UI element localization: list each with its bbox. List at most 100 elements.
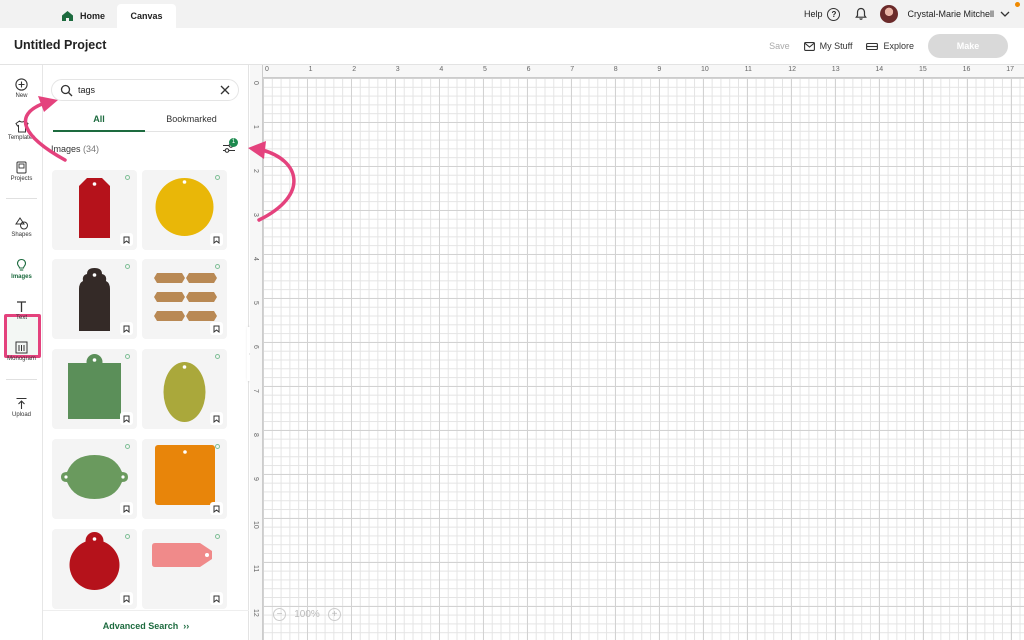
rail-item-projects[interactable]: Projects xyxy=(0,161,43,182)
upload-icon xyxy=(16,397,27,409)
rail-item-upload[interactable]: Upload xyxy=(0,397,43,418)
ruler-tick-label: 2 xyxy=(352,66,357,73)
avatar[interactable] xyxy=(880,5,899,23)
image-card[interactable] xyxy=(142,439,227,519)
rail-item-templates[interactable]: Templates xyxy=(0,120,43,141)
rail-item-new[interactable]: New xyxy=(0,78,43,99)
my-stuff-button[interactable]: My Stuff xyxy=(803,41,853,51)
top-right-menu: Help ? Crystal-Marie Mitchell xyxy=(804,0,1010,28)
help-button[interactable]: Help ? xyxy=(804,7,841,21)
bookmark-button[interactable] xyxy=(210,592,223,605)
images-count: (34) xyxy=(83,144,100,154)
zoom-control: − 100% + xyxy=(273,606,341,622)
bookmark-button[interactable] xyxy=(210,412,223,425)
rail-item-monogram[interactable]: Monogram xyxy=(0,341,43,362)
ruler-tick-label: 10 xyxy=(252,521,259,529)
bookmark-button[interactable] xyxy=(210,233,223,246)
bookmark-button[interactable] xyxy=(120,412,133,425)
images-label: Images xyxy=(51,144,81,154)
rail-label-shapes: Shapes xyxy=(11,232,32,238)
image-card[interactable] xyxy=(52,349,137,429)
zoom-out-button[interactable]: − xyxy=(273,607,286,621)
image-card[interactable] xyxy=(52,170,137,250)
tab-canvas[interactable]: Canvas xyxy=(117,4,176,28)
ruler-tick-label: 1 xyxy=(252,125,259,129)
ruler-left: 0 1 2 3 4 5 6 7 8 9 10 11 12 xyxy=(250,65,263,640)
ruler-tick-label: 4 xyxy=(439,66,444,73)
my-stuff-label: My Stuff xyxy=(819,41,853,51)
ruler-tick-label: 8 xyxy=(252,433,259,437)
bookmark-icon xyxy=(213,236,220,244)
project-actions: Save My Stuff Explore Make xyxy=(769,34,1010,58)
image-card[interactable] xyxy=(52,439,137,519)
tab-home[interactable]: Home xyxy=(62,4,105,28)
rail-label-text: Text xyxy=(15,315,27,321)
ruler-tick-label: 2 xyxy=(252,169,259,173)
rail-item-images[interactable]: Images xyxy=(0,258,43,280)
ruler-tick-label: 15 xyxy=(919,66,927,73)
project-title[interactable]: Untitled Project xyxy=(14,38,106,52)
image-card[interactable] xyxy=(142,170,227,250)
advanced-search-link[interactable]: Advanced Search ›› xyxy=(43,610,249,640)
cut-ready-icon xyxy=(125,534,130,539)
search-input[interactable]: tags xyxy=(51,79,239,101)
ruler-tick-label: 14 xyxy=(875,66,884,73)
ruler-tick-label: 1 xyxy=(308,66,313,73)
shirt-icon xyxy=(14,120,29,133)
ruler-tick-label: 7 xyxy=(252,389,259,393)
zoom-level: 100% xyxy=(294,608,320,620)
ruler-tick-label: 3 xyxy=(252,213,259,217)
tab-canvas-label: Canvas xyxy=(130,11,163,21)
close-icon[interactable] xyxy=(220,85,230,95)
tab-bookmarked[interactable]: Bookmarked xyxy=(145,110,238,132)
save-button[interactable]: Save xyxy=(769,41,790,51)
monogram-icon xyxy=(15,341,28,354)
ruler-tick-label: 11 xyxy=(744,66,752,73)
filter-count-badge: 1 xyxy=(229,138,238,147)
lightbulb-icon xyxy=(16,258,27,271)
image-card[interactable] xyxy=(142,529,227,609)
bookmark-icon xyxy=(213,595,220,603)
cut-ready-icon xyxy=(215,444,220,449)
design-canvas[interactable]: 0 1 2 3 4 5 6 7 8 9 10 11 12 13 14 15 16 17 0 1 2 3 4 5 6 7 8 9 10 1… xyxy=(250,65,1024,640)
ruler-tick-label: 5 xyxy=(252,301,259,305)
bookmark-button[interactable] xyxy=(120,592,133,605)
image-card[interactable] xyxy=(142,259,227,339)
bookmark-button[interactable] xyxy=(120,502,133,515)
left-rail: New Templates Projects Shapes Images Tex… xyxy=(0,65,43,640)
ruler-tick-label: 12 xyxy=(252,609,259,617)
bookmark-button[interactable] xyxy=(210,502,223,515)
bookmark-icon xyxy=(123,595,130,603)
ruler-tick-label: 6 xyxy=(526,66,531,73)
project-header: Untitled Project Save My Stuff Explore M… xyxy=(0,28,1024,65)
user-name[interactable]: Crystal-Marie Mitchell xyxy=(907,9,994,19)
ruler-top: 0 1 2 3 4 5 6 7 8 9 10 11 12 13 14 15 16 17 xyxy=(250,65,1024,78)
bookmark-button[interactable] xyxy=(120,233,133,246)
image-card[interactable] xyxy=(52,529,137,609)
rail-label-new: New xyxy=(15,93,28,99)
tab-home-label: Home xyxy=(80,11,106,21)
my-stuff-icon xyxy=(803,41,815,51)
rail-label-projects: Projects xyxy=(10,176,33,182)
cut-ready-icon xyxy=(125,354,130,359)
bookmark-button[interactable] xyxy=(210,322,223,335)
bookmark-button[interactable] xyxy=(120,322,133,335)
explore-button[interactable]: Explore xyxy=(866,41,914,51)
double-chevron-right-icon: ›› xyxy=(180,621,190,631)
bell-icon[interactable] xyxy=(854,7,868,21)
bookmark-icon xyxy=(123,325,130,333)
make-button[interactable]: Make xyxy=(928,34,1008,58)
ruler-tick-label: 0 xyxy=(265,66,269,73)
tab-all[interactable]: All xyxy=(53,110,145,132)
rail-item-text[interactable]: Text xyxy=(0,300,43,321)
image-card[interactable] xyxy=(52,259,137,339)
search-value[interactable]: tags xyxy=(78,85,95,95)
advanced-search-label: Advanced Search xyxy=(102,621,179,631)
ruler-tick-label: 8 xyxy=(613,66,618,73)
image-card[interactable] xyxy=(142,349,227,429)
chevron-down-icon[interactable] xyxy=(1000,11,1010,18)
question-icon: ? xyxy=(827,7,841,21)
zoom-in-button[interactable]: + xyxy=(327,607,341,621)
ruler-tick-label: 9 xyxy=(657,66,662,73)
rail-item-shapes[interactable]: Shapes xyxy=(0,217,43,238)
